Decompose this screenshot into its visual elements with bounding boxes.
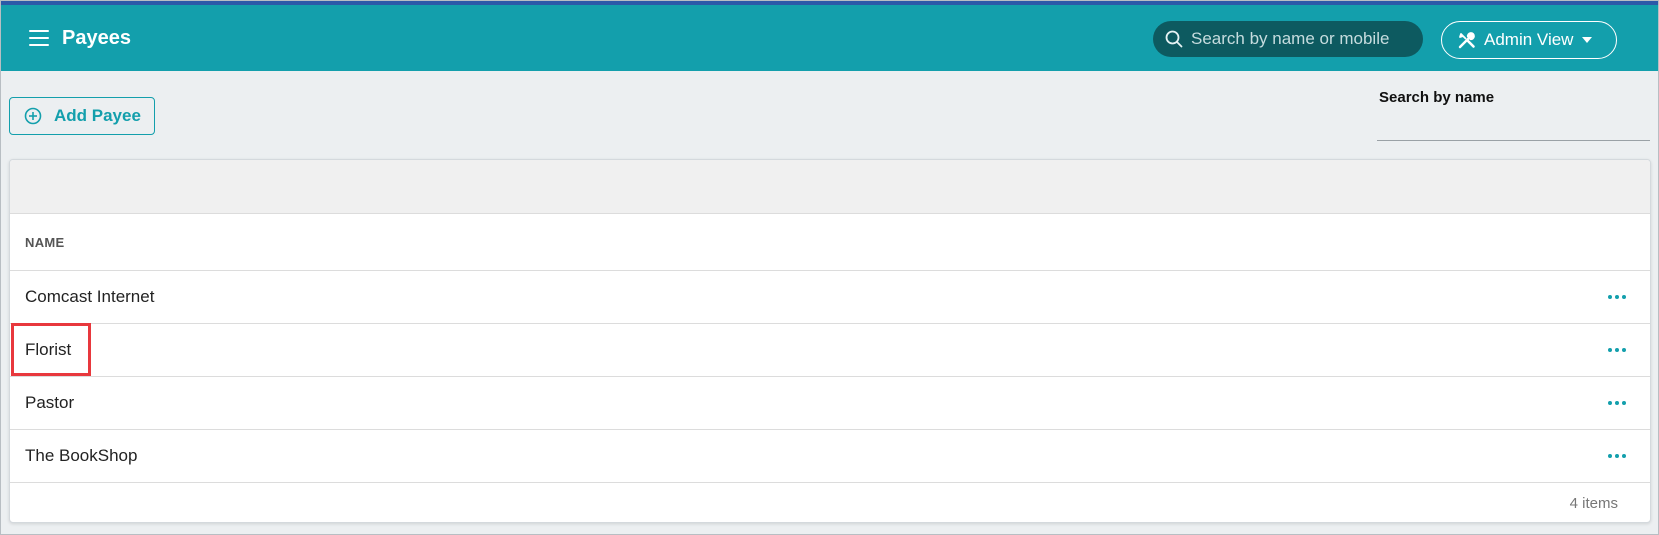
payees-table: NAME Comcast Internet Florist Pastor The… bbox=[9, 159, 1651, 523]
search-by-name-input[interactable] bbox=[1377, 109, 1650, 141]
tools-icon bbox=[1458, 32, 1475, 49]
app-window: Payees Admin View Add Payee bbox=[0, 0, 1659, 535]
search-icon bbox=[1165, 30, 1183, 48]
global-search[interactable] bbox=[1153, 21, 1423, 57]
hamburger-icon[interactable] bbox=[29, 30, 49, 46]
top-bar: Payees Admin View bbox=[1, 1, 1658, 71]
payee-name: Comcast Internet bbox=[25, 287, 155, 306]
add-payee-button[interactable]: Add Payee bbox=[9, 97, 155, 135]
more-horizontal-icon[interactable] bbox=[1608, 348, 1626, 352]
table-row[interactable]: Pastor bbox=[10, 377, 1650, 430]
search-by-name-label: Search by name bbox=[1379, 89, 1495, 106]
admin-view-label: Admin View bbox=[1484, 30, 1574, 49]
item-count: 4 items bbox=[1569, 494, 1618, 512]
payee-name: The BookShop bbox=[25, 446, 138, 465]
global-search-input[interactable] bbox=[1191, 29, 1411, 49]
column-header-name[interactable]: NAME bbox=[10, 214, 1650, 271]
page-title: Payees bbox=[62, 27, 131, 49]
chevron-down-icon bbox=[1582, 37, 1593, 43]
table-toolbar bbox=[10, 160, 1650, 214]
payee-name: Pastor bbox=[25, 393, 75, 412]
table-row[interactable]: Florist bbox=[10, 324, 1650, 377]
table-row[interactable]: The BookShop bbox=[10, 430, 1650, 483]
add-payee-label: Add Payee bbox=[54, 106, 141, 125]
table-row[interactable]: Comcast Internet bbox=[10, 271, 1650, 324]
more-horizontal-icon[interactable] bbox=[1608, 295, 1626, 299]
payee-name: Florist bbox=[25, 340, 72, 359]
more-horizontal-icon[interactable] bbox=[1608, 401, 1626, 405]
more-horizontal-icon[interactable] bbox=[1608, 454, 1626, 458]
plus-circle-icon bbox=[24, 107, 42, 125]
admin-view-dropdown[interactable]: Admin View bbox=[1441, 21, 1617, 59]
